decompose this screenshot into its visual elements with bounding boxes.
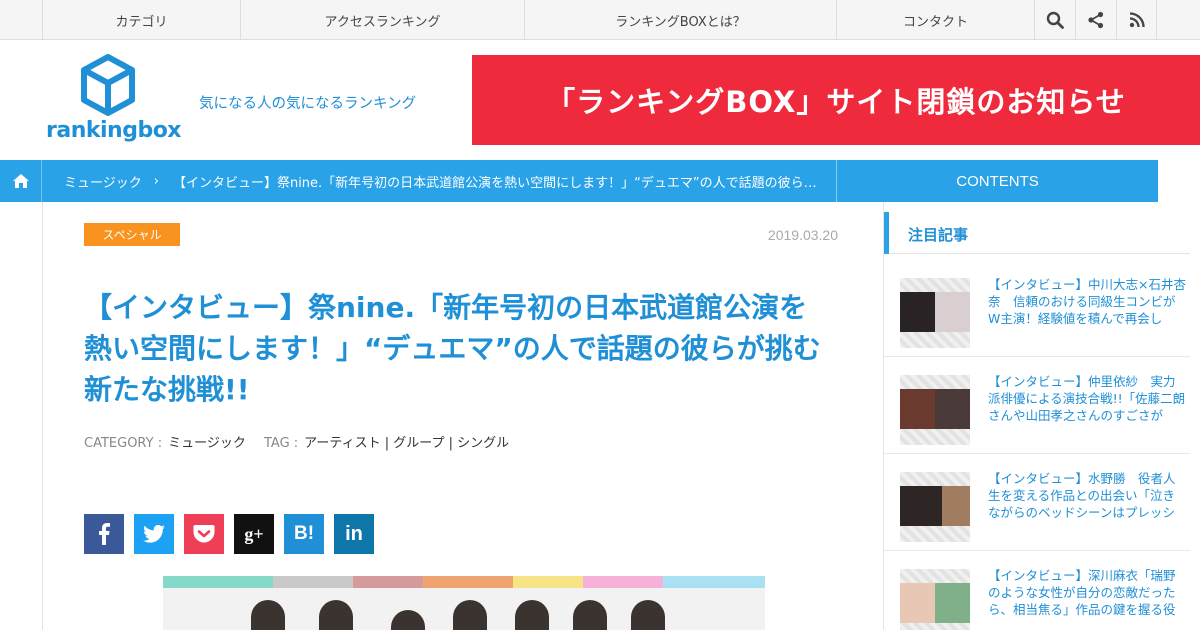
article-thumbnail <box>900 569 970 630</box>
pocket-share-button[interactable] <box>184 514 224 554</box>
breadcrumb: ミュージック › 【インタビュー】祭nine.「新年号初の日本武道館公演を熱い空… <box>64 160 821 202</box>
share-button[interactable] <box>1075 0 1116 40</box>
home-icon <box>12 174 29 188</box>
category-key: CATEGORY : <box>84 436 163 451</box>
rss-button[interactable] <box>1116 0 1157 40</box>
breadcrumb-bar: ミュージック › 【インタビュー】祭nine.「新年号初の日本武道館公演を熱い空… <box>0 160 1158 202</box>
top-navigation: カテゴリ アクセスランキング ランキングBOXとは？ コンタクト <box>0 0 1200 40</box>
cube-logo-icon <box>81 54 135 116</box>
sidebar-article-title: 【インタビュー】水野勝 役者人生を変える作品との出会い「泣きながらのベッドシーン… <box>988 471 1176 520</box>
tag-links[interactable]: アーティスト | グループ | シングル <box>304 436 509 451</box>
closure-notice-banner[interactable]: 「ランキングBOX」サイト閉鎖のお知らせ <box>472 55 1200 145</box>
sidebar-article[interactable]: 【インタビュー】水野勝 役者人生を変える作品との出会い「泣きながらのベッドシーン… <box>884 454 1190 551</box>
facebook-share-button[interactable] <box>84 514 124 554</box>
search-icon <box>1046 11 1064 29</box>
article-meta: CATEGORY : ミュージック TAG : アーティスト | グループ | シン… <box>84 432 509 451</box>
contents-tab[interactable]: CONTENTS <box>836 160 1158 202</box>
nav-item-label: ランキングBOXとは？ <box>615 14 746 30</box>
badge-label: スペシャル <box>102 228 162 242</box>
nav-item-label: コンタクト <box>902 14 968 30</box>
article-thumbnail <box>900 472 970 542</box>
article-column <box>42 202 884 630</box>
publish-date: 2019.03.20 <box>767 227 838 243</box>
twitter-share-button[interactable] <box>134 514 174 554</box>
tag-key: TAG : <box>263 436 299 451</box>
breadcrumb-separator: › <box>153 173 159 189</box>
sidebar-article[interactable]: 【インタビュー】深川麻衣「瑞野のような女性が自分の恋敵だったら、相当焦る」作品の… <box>884 551 1190 630</box>
logo-wordmark: rankingbox <box>46 118 182 143</box>
category-link[interactable]: ミュージック <box>168 436 246 451</box>
site-logo[interactable]: rankingbox <box>46 54 182 146</box>
contents-label: CONTENTS <box>956 172 1039 190</box>
share-icon <box>1088 11 1104 29</box>
nav-item-category[interactable]: カテゴリ <box>42 0 240 40</box>
article-title: 【インタビュー】祭nine.「新年号初の日本武道館公演を熱い空間にします！」“デ… <box>84 291 821 406</box>
nav-item-label: カテゴリ <box>115 14 168 30</box>
facebook-icon <box>99 523 110 545</box>
hatena-share-button[interactable]: B! <box>284 514 324 554</box>
nav-item-label: アクセスランキング <box>324 14 441 30</box>
home-button[interactable] <box>0 160 42 202</box>
sidebar-article-title: 【インタビュー】深川麻衣「瑞野のような女性が自分の恋敵だったら、相当焦る」作品の… <box>988 568 1176 617</box>
sidebar-heading-label: 注目記事 <box>908 226 969 244</box>
search-button[interactable] <box>1034 0 1075 40</box>
pocket-icon <box>193 525 215 543</box>
breadcrumb-current: 【インタビュー】祭nine.「新年号初の日本武道館公演を熱い空間にします！」“デ… <box>172 175 821 191</box>
article-thumbnail <box>900 278 970 348</box>
nav-item-access-ranking[interactable]: アクセスランキング <box>240 0 524 40</box>
sidebar-article[interactable]: 【インタビュー】中川大志×石井杏奈 信頼のおける同級生コンビがW主演！経験値を積… <box>884 260 1190 357</box>
sidebar-article-title: 【インタビュー】中川大志×石井杏奈 信頼のおける同級生コンビがW主演！経験値を積… <box>988 277 1186 326</box>
sidebar-article[interactable]: 【インタビュー】仲里依紗 実力派俳優による演技合戦!!「佐藤二朗さんや山田孝之さ… <box>884 357 1190 454</box>
linkedin-share-button[interactable]: in <box>334 514 374 554</box>
site-tagline: 気になる人の気になるランキング <box>199 96 417 112</box>
rss-icon <box>1129 12 1145 28</box>
google-plus-share-button[interactable]: g+ <box>234 514 274 554</box>
sidebar-heading: 注目記事 <box>884 212 1190 254</box>
twitter-icon <box>143 525 165 543</box>
linkedin-icon: in <box>345 522 363 545</box>
article-thumbnail <box>900 375 970 445</box>
hatena-bookmark-icon: B! <box>293 523 315 544</box>
breadcrumb-category[interactable]: ミュージック <box>64 172 142 191</box>
category-badge[interactable]: スペシャル <box>84 223 180 246</box>
nav-item-contact[interactable]: コンタクト <box>836 0 1034 40</box>
google-plus-icon: g+ <box>244 523 264 544</box>
banner-text: 「ランキングBOX」サイト閉鎖のお知らせ <box>546 85 1126 119</box>
article-hero-image <box>163 576 765 630</box>
sidebar-article-title: 【インタビュー】仲里依紗 実力派俳優による演技合戦!!「佐藤二朗さんや山田孝之さ… <box>988 374 1186 423</box>
nav-item-about[interactable]: ランキングBOXとは？ <box>524 0 836 40</box>
